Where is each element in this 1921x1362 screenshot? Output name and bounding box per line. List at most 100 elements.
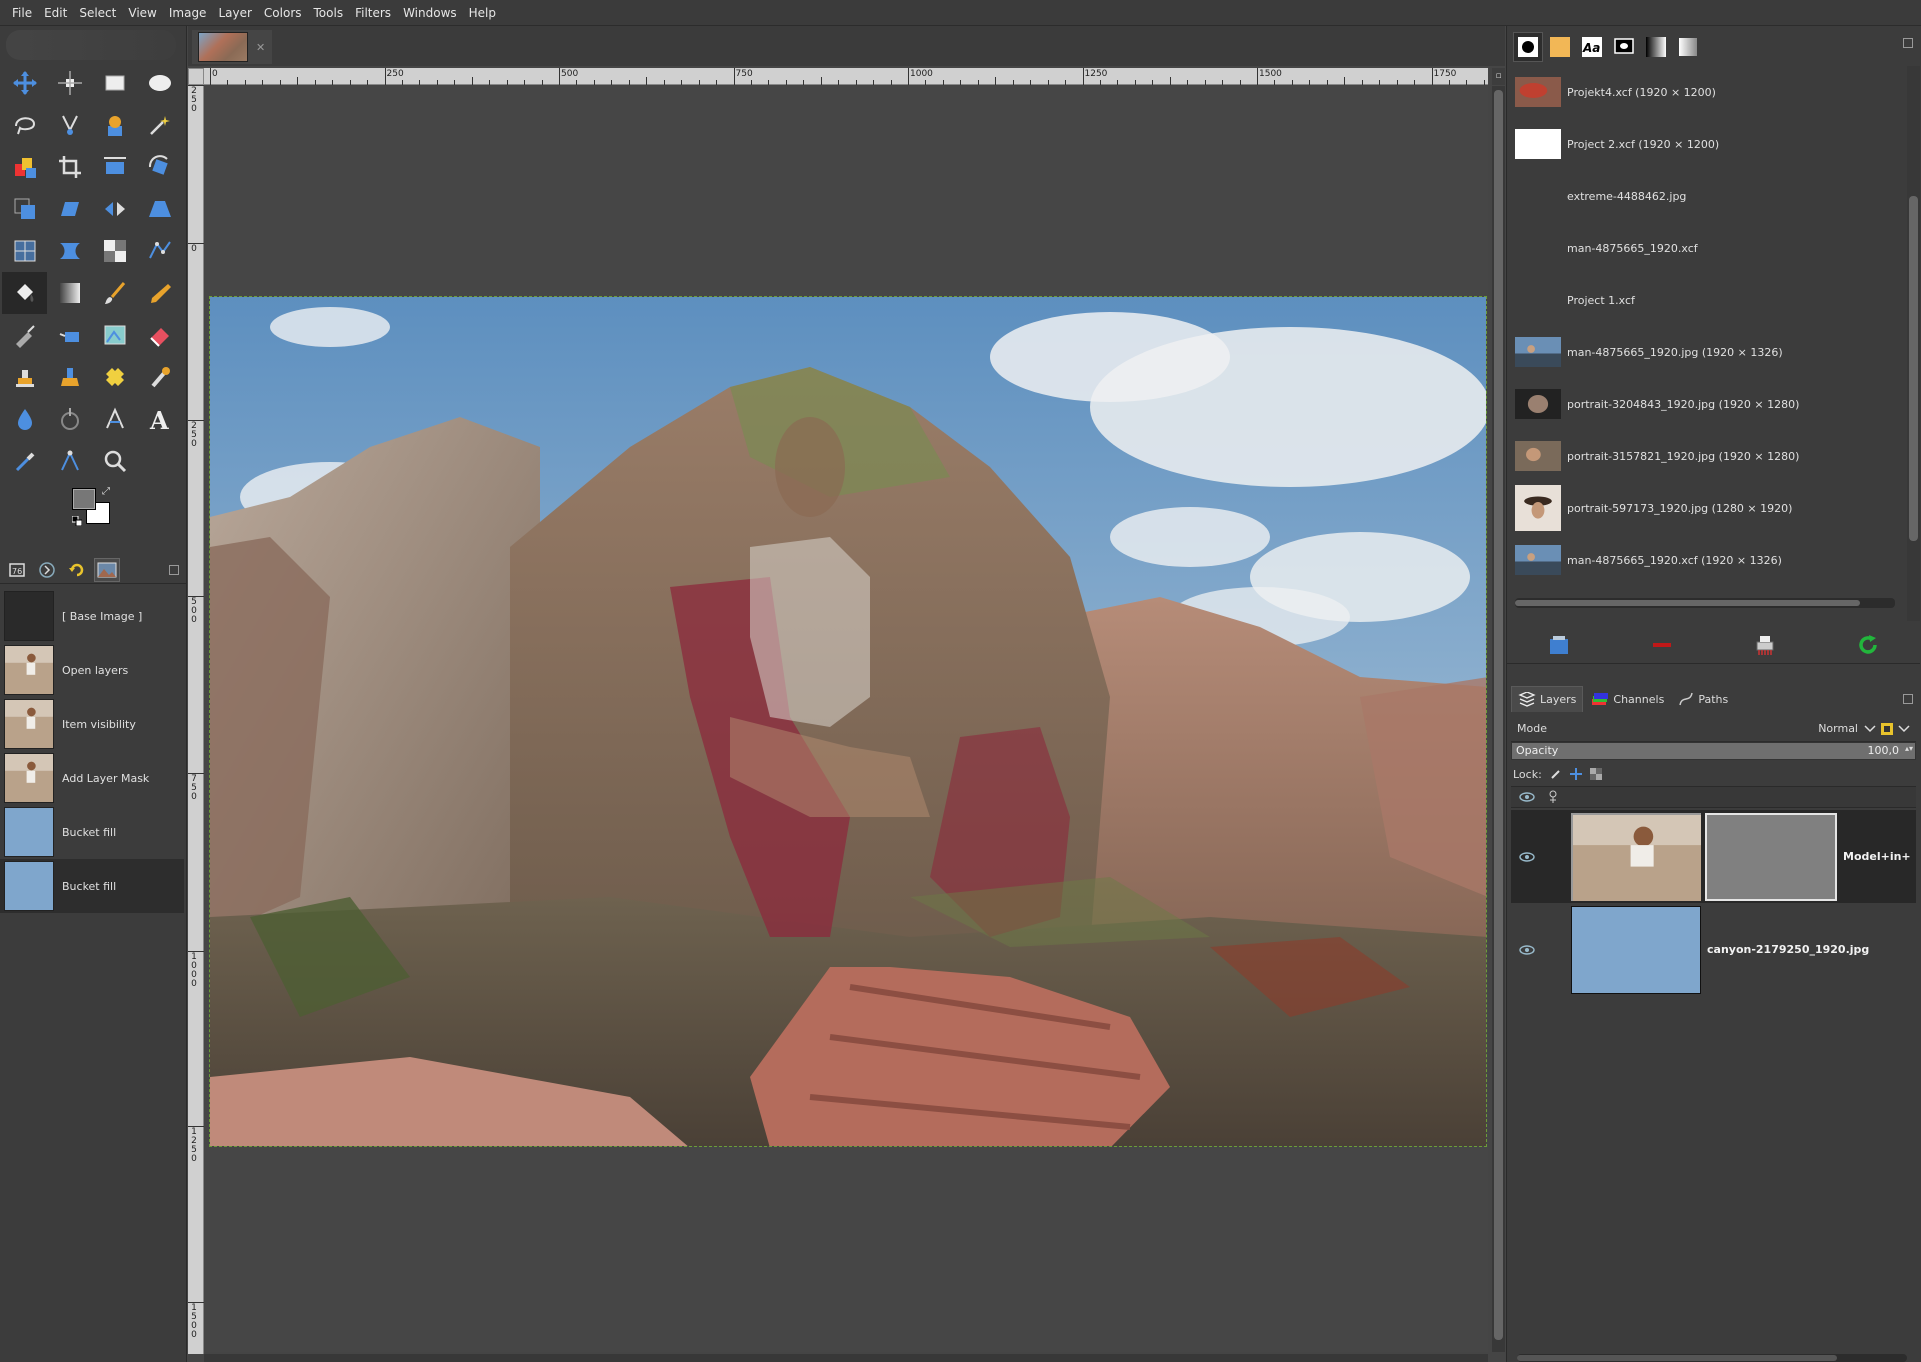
mypaint-brush-button[interactable] [92,314,137,356]
layer-mask-thumbnail[interactable] [1705,812,1837,901]
image-list-item[interactable]: portrait-597173_1920.jpg (1280 × 1920) [1507,482,1907,534]
undo-history-item[interactable]: Item visibility [0,697,184,751]
refresh-button[interactable] [1853,630,1883,660]
composite-mode-button[interactable] [1880,720,1912,738]
layer-name[interactable]: canyon-2179250_1920.jpg [1707,943,1869,956]
delete-image-button[interactable] [1750,630,1780,660]
rotate-tool-button[interactable] [137,146,182,188]
eraser-button[interactable] [137,314,182,356]
undo-history-tab[interactable] [64,558,90,582]
menu-layer[interactable]: Layer [212,0,257,26]
image-list-item[interactable]: portrait-3157821_1920.jpg (1920 × 1280) [1507,430,1907,482]
flip-tool-button[interactable] [92,188,137,230]
layers-hscrollbar[interactable] [1517,1354,1907,1362]
reset-colors-icon[interactable] [72,516,82,526]
clone-tool-button[interactable] [2,356,47,398]
layer-thumbnail[interactable] [1571,905,1701,994]
perspective-clone-button[interactable] [47,356,92,398]
fuzzy-select-button[interactable] [137,104,182,146]
dock-menu-button[interactable] [169,564,179,575]
mode-select[interactable]: Normal [1818,722,1876,735]
visibility-toggle[interactable] [1511,851,1543,863]
image-list-item[interactable]: man-4875665_1920.xcf [1507,222,1907,274]
navigate-button[interactable]: ▫ [1492,68,1505,85]
new-display-button[interactable] [1647,630,1677,660]
image-list-item[interactable]: Project 2.xcf (1920 × 1200) [1507,118,1907,170]
image-list-item[interactable]: portrait-3204843_1920.jpg (1920 × 1280) [1507,378,1907,430]
pencil-button[interactable] [137,272,182,314]
image-list-item[interactable]: Projekt4.xcf (1920 × 1200) [1507,66,1907,118]
image-list-item[interactable]: man-4875665_1920.jpg (1920 × 1326) [1507,326,1907,378]
document-history-tab[interactable] [1609,32,1639,62]
image-list-item[interactable]: Project 1.xcf [1507,274,1907,326]
menu-view[interactable]: View [122,0,162,26]
dodge-burn-button[interactable] [2,398,47,440]
images-tab[interactable] [94,557,120,582]
layer-row[interactable]: Model+in+ [1511,810,1916,903]
measure-tool-button[interactable] [92,398,137,440]
vertical-ruler[interactable]: 250 0 250 500 750 1000 1250 1500 [188,85,204,1354]
rect-select-button[interactable] [92,62,137,104]
palettes-tab[interactable] [1673,32,1703,62]
menu-colors[interactable]: Colors [258,0,308,26]
warp-transform-button[interactable] [47,230,92,272]
smudge-tool-button[interactable] [137,356,182,398]
path-tool-button[interactable] [137,230,182,272]
ellipse-select-button[interactable] [137,62,182,104]
fonts-tab[interactable]: Aa [1577,32,1607,62]
canvas-horizontal-scrollbar[interactable] [204,1354,1488,1362]
ruler-corner[interactable] [188,68,204,85]
horizontal-ruler[interactable]: 0 250 500 750 1000 1250 1500 1750 [204,68,1590,85]
text-tool-button[interactable]: A [137,398,182,440]
tool-options-tab[interactable]: 76 [4,558,30,582]
zoom-tool-button[interactable] [92,440,137,482]
blur-sharpen-button[interactable] [47,398,92,440]
menu-filters[interactable]: Filters [349,0,397,26]
dock-menu-button[interactable] [1903,694,1913,704]
bucket-fill-button[interactable] [2,272,47,314]
menu-image[interactable]: Image [163,0,213,26]
gradient-tool-button[interactable] [47,272,92,314]
image-canvas[interactable] [209,296,1487,1147]
visibility-toggle[interactable] [1511,944,1543,956]
free-select-button[interactable] [2,104,47,146]
image-tab[interactable]: ✕ [192,30,272,64]
undo-history-item[interactable]: [ Base Image ] [0,589,184,643]
paintbrush-button[interactable] [92,272,137,314]
layer-row[interactable]: canyon-2179250_1920.jpg [1511,903,1916,996]
crop-tool-button[interactable] [47,146,92,188]
dock-menu-button[interactable] [1903,38,1913,48]
undo-history-item[interactable]: Bucket fill [0,859,184,913]
scroll-thumb[interactable] [1909,196,1918,541]
layer-name[interactable]: Model+in+ [1843,850,1911,863]
undo-history-item[interactable]: Open layers [0,643,184,697]
foreground-select-button[interactable] [92,104,137,146]
ink-tool-button[interactable] [2,314,47,356]
link-header-icon[interactable] [1547,790,1559,804]
canvas-view[interactable] [205,86,1488,1352]
canvas-vertical-scrollbar[interactable] [1492,86,1505,1352]
foreground-color[interactable] [72,488,96,510]
align-tool-button[interactable] [47,62,92,104]
undo-history-item[interactable]: Add Layer Mask [0,751,184,805]
device-status-tab[interactable] [34,558,60,582]
raise-display-button[interactable] [1544,630,1574,660]
tab-paths[interactable]: Paths [1672,686,1735,712]
menu-tools[interactable]: Tools [308,0,350,26]
tab-layers[interactable]: Layers [1511,686,1584,712]
scroll-thumb[interactable] [1517,1355,1837,1361]
image-list-item[interactable]: extreme-4488462.jpg [1507,170,1907,222]
paths-measure-button[interactable] [47,440,92,482]
lock-pixels-icon[interactable] [1550,768,1562,780]
layer-thumbnail[interactable] [1571,812,1701,901]
lock-position-icon[interactable] [1569,768,1582,780]
scale-tool-button[interactable] [2,188,47,230]
opacity-spin-icon[interactable]: ▴▾ [1905,744,1913,753]
image-list-item[interactable]: man-4875665_1920.xcf (1920 × 1326) [1507,534,1907,586]
color-picker-button[interactable] [2,440,47,482]
patterns-tab[interactable] [1545,32,1575,62]
swap-colors-icon[interactable]: ⤢ [102,486,110,497]
undo-history-item[interactable]: Bucket fill [0,805,184,859]
move-tool-button[interactable] [2,62,47,104]
lock-alpha-icon[interactable] [1589,768,1602,780]
